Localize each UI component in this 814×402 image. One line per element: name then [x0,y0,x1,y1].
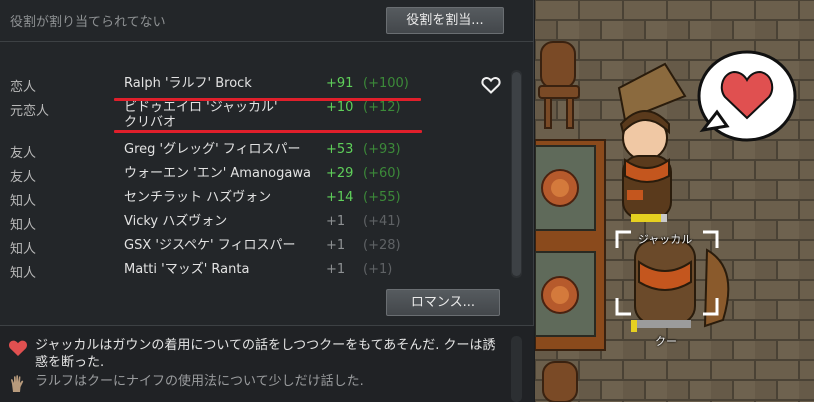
role-row: 役割が割り当てられてない 役割を割当... [0,0,534,42]
social-panel: 役割が割り当てられてない 役割を割当... 恋人 Ralph 'ラルフ' Broc… [0,0,534,402]
relations-list: 恋人 Ralph 'ラルフ' Brock +91 (+100) 元恋人 ビドゥエイロ 'ジ… [0,70,500,278]
romance-button[interactable]: ロマンス... [386,289,500,316]
opinion-value: +1 [326,214,346,229]
pawn-name-label[interactable]: ジャッカル [630,231,700,247]
relation-type: 友人 [10,170,37,185]
speech-bubble-heart [697,50,797,142]
interaction-log: ジャッカルはガウンの着用についての話をしつつクーをもてあそんだ. クーは誘惑を断… [0,326,534,402]
relation-type: 知人 [10,266,37,278]
log-scrollbar[interactable] [511,336,522,402]
opinion-value: +10 [326,100,354,115]
opinion-value: +1 [326,262,346,277]
relation-name[interactable]: Vicky ハズヴォン [124,214,227,229]
opinion-value: +91 [326,76,354,91]
relation-type: 知人 [10,194,37,209]
opinion-base: (+12) [363,100,401,115]
relation-name[interactable]: Matti 'マッズ' Ranta [124,262,249,277]
relation-type: 元恋人 [10,104,50,119]
opinion-value: +53 [326,142,354,157]
relations-scrollbar[interactable] [511,70,522,278]
relation-name[interactable]: Ralph 'ラルフ' Brock [124,76,252,91]
relation-name[interactable]: Greg 'グレッグ' フィロスパー [124,142,301,157]
opinion-value: +1 [326,238,346,253]
heart-icon [9,340,27,356]
role-status-text: 役割が割り当てられてない [10,15,166,30]
pawn-name-label[interactable]: クー [646,333,686,349]
heart-outline-icon[interactable] [481,76,501,94]
red-underline [114,98,421,101]
scrollbar-thumb[interactable] [512,72,521,276]
opinion-base: (+28) [363,238,401,253]
chair [542,361,578,402]
opinion-base: (+60) [363,166,401,181]
opinion-base: (+100) [363,76,409,91]
relation-type: 知人 [10,242,37,257]
red-underline [114,130,422,133]
opinion-value: +14 [326,190,354,205]
divider [0,41,534,42]
opinion-base: (+93) [363,142,401,157]
opinion-base: (+1) [363,262,393,277]
relation-name[interactable]: GSX 'ジスペケ' フィロスパー [124,238,295,253]
relation-name[interactable]: センチラット ハズヴォン [124,190,271,205]
relation-name[interactable]: ウォーエン 'エン' Amanogawa [124,166,311,181]
opinion-base: (+41) [363,214,401,229]
relation-name[interactable]: ビドゥエイロ 'ジャッカル' クリバオ [124,100,278,130]
assign-role-button[interactable]: 役割を割当... [386,7,504,34]
relation-type: 恋人 [10,80,37,95]
hand-icon [11,375,24,392]
relation-type: 友人 [10,146,37,161]
opinion-value: +29 [326,166,354,181]
opinion-base: (+55) [363,190,401,205]
relation-type: 知人 [10,218,37,233]
